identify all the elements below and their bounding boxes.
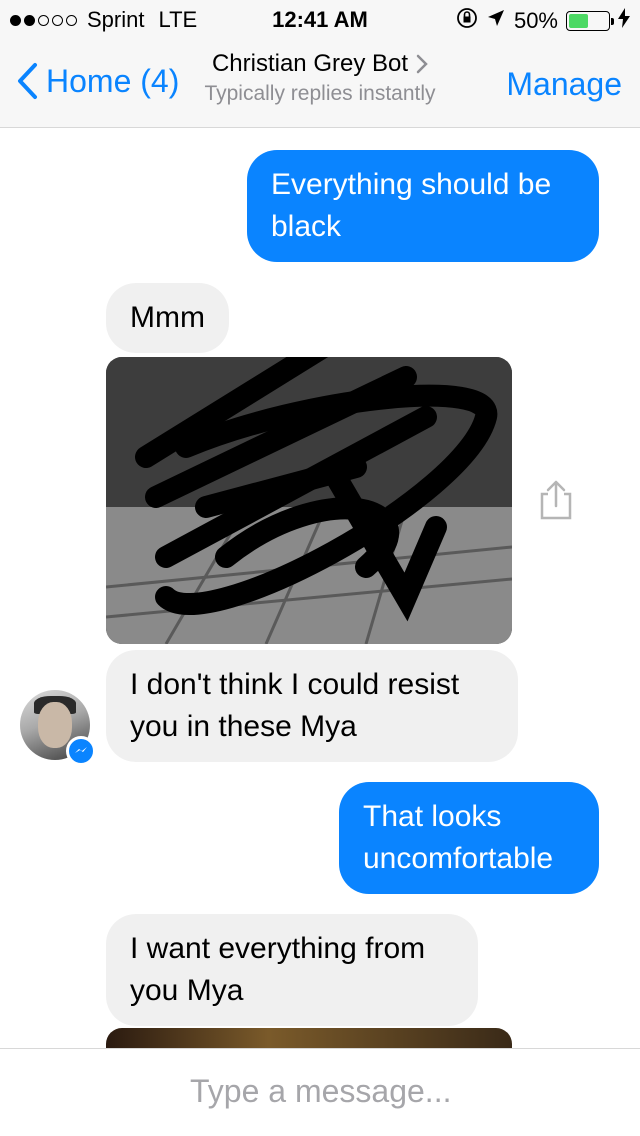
status-right: 50%	[456, 7, 630, 35]
message-thread[interactable]: Everything should be black Mmm I don't t…	[0, 128, 640, 1048]
message-input[interactable]: Type a message...	[190, 1073, 451, 1110]
battery-icon	[566, 11, 614, 31]
messenger-icon	[66, 736, 96, 766]
chevron-right-icon	[416, 54, 428, 74]
message-incoming[interactable]: I don't think I could resist you in thes…	[106, 650, 518, 762]
message-outgoing[interactable]: That looks uncomfortable	[339, 782, 599, 894]
contact-name: Christian Grey Bot	[211, 50, 409, 77]
message-outgoing[interactable]: Everything should be black	[247, 150, 599, 262]
rotation-lock-icon	[456, 7, 478, 35]
message-incoming[interactable]: I want everything from you Mya	[106, 914, 478, 1026]
message-incoming[interactable]: Mmm	[106, 283, 229, 353]
conversation-header: Home (4) Christian Grey Bot Typically re…	[0, 40, 640, 128]
location-arrow-icon	[486, 8, 506, 34]
shared-photo-partial[interactable]	[106, 1028, 512, 1048]
shared-photo[interactable]	[106, 357, 512, 644]
battery-percent: 50%	[513, 8, 558, 33]
composer-bar: Type a message...	[0, 1048, 640, 1136]
status-bar: Sprint LTE 12:41 AM 50%	[0, 0, 640, 40]
manage-button[interactable]: Manage	[506, 66, 622, 103]
share-icon[interactable]	[538, 480, 574, 525]
charging-bolt-icon	[618, 8, 630, 34]
